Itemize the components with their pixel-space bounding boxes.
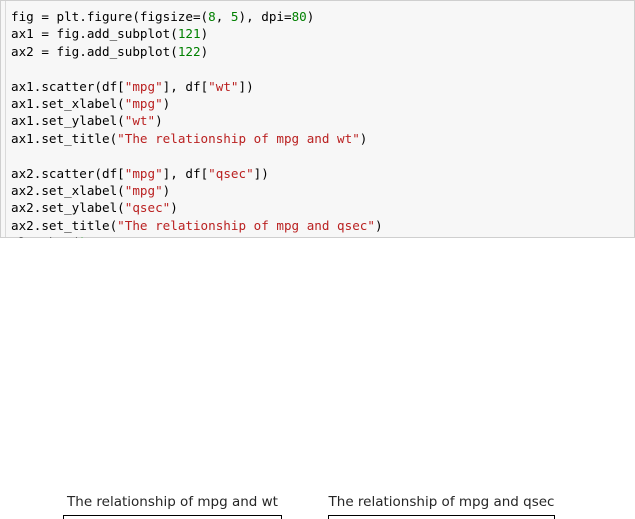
axes-1-title: The relationship of mpg and wt xyxy=(67,494,278,510)
code-line: ax1.set_ylabel("wt") xyxy=(11,112,634,129)
code-token: ) xyxy=(170,200,178,216)
code-token: fig = plt.figure(figsize=( xyxy=(11,9,209,24)
code-line: ax2.set_ylabel("qsec") xyxy=(11,199,634,216)
axes-2-points xyxy=(328,515,555,519)
code-token: ax2.set_ylabel( xyxy=(11,200,125,216)
code-token: ) xyxy=(200,43,209,59)
code-token: ax2.scatter(df[ xyxy=(11,165,125,181)
code-line: ax2.set_title("The relationship of mpg a… xyxy=(11,217,634,234)
code-line: ax2 = fig.add_subplot(122) xyxy=(11,43,634,60)
cell-output-figure: The relationship of mpg and wt wt 2.53.0… xyxy=(0,238,635,519)
notebook: fig = plt.figure(figsize=(8, 5), dpi=80)… xyxy=(0,0,635,519)
code-token: ) xyxy=(162,182,171,198)
code-token: ], df[ xyxy=(162,165,209,181)
code-token: ax1.set_ylabel( xyxy=(11,113,125,129)
code-line: ax1.set_title("The relationship of mpg a… xyxy=(11,130,634,147)
code-token: "wt" xyxy=(208,78,239,94)
code-token: ax1.set_title( xyxy=(11,130,118,146)
code-token: ax1.set_xlabel( xyxy=(11,95,125,111)
code-token: ) xyxy=(162,95,171,111)
code-token: ax1.scatter(df[ xyxy=(11,78,125,94)
axes-1-points xyxy=(63,515,282,519)
code-line: ax1.scatter(df["mpg"], df["wt"]) xyxy=(11,78,634,95)
axes-2-title: The relationship of mpg and qsec xyxy=(328,494,555,510)
code-token: "mpg" xyxy=(124,165,163,181)
code-line: ax1 = fig.add_subplot(121) xyxy=(11,25,634,42)
code-token: ax2.set_title( xyxy=(11,217,118,233)
code-token: "qsec" xyxy=(208,165,254,181)
code-token: ) xyxy=(374,217,383,233)
matplotlib-figure: The relationship of mpg and wt wt 2.53.0… xyxy=(0,238,635,519)
code-token: ax2 = fig.add_subplot( xyxy=(11,43,178,59)
code-token: "wt" xyxy=(124,113,156,129)
code-editor-body[interactable]: fig = plt.figure(figsize=(8, 5), dpi=80)… xyxy=(0,7,634,251)
code-token: "mpg" xyxy=(124,78,163,94)
code-token: "mpg" xyxy=(124,182,163,198)
code-token: ) xyxy=(359,130,368,146)
code-token: 8 xyxy=(208,9,216,24)
code-line: ax2.scatter(df["mpg"], df["qsec"]) xyxy=(11,165,634,182)
code-token: ) xyxy=(306,9,315,24)
code-token: 80 xyxy=(291,9,307,24)
code-cell[interactable]: fig = plt.figure(figsize=(8, 5), dpi=80)… xyxy=(0,0,635,250)
code-token: ) xyxy=(155,113,163,129)
code-token: , xyxy=(215,9,231,24)
code-token: ax1 = fig.add_subplot( xyxy=(11,26,178,42)
code-token: "qsec" xyxy=(124,200,171,216)
code-token: ]) xyxy=(238,78,254,94)
code-token: "mpg" xyxy=(124,95,163,111)
code-token: 5 xyxy=(230,9,239,24)
code-token: ) xyxy=(200,26,209,42)
code-line: ax2.set_xlabel("mpg") xyxy=(11,182,634,199)
code-token: ax2.set_xlabel( xyxy=(11,182,125,198)
code-token: "The relationship of mpg and qsec" xyxy=(117,217,375,233)
code-token: 122 xyxy=(177,43,201,59)
code-token: ], df[ xyxy=(162,78,209,94)
code-token: ), dpi= xyxy=(238,9,292,24)
code-token: 121 xyxy=(177,26,201,42)
code-token: ]) xyxy=(253,165,269,181)
code-line: ax1.set_xlabel("mpg") xyxy=(11,95,634,112)
code-token: "The relationship of mpg and wt" xyxy=(117,130,360,146)
code-line: fig = plt.figure(figsize=(8, 5), dpi=80) xyxy=(11,8,634,25)
cell-gutter xyxy=(0,1,6,237)
